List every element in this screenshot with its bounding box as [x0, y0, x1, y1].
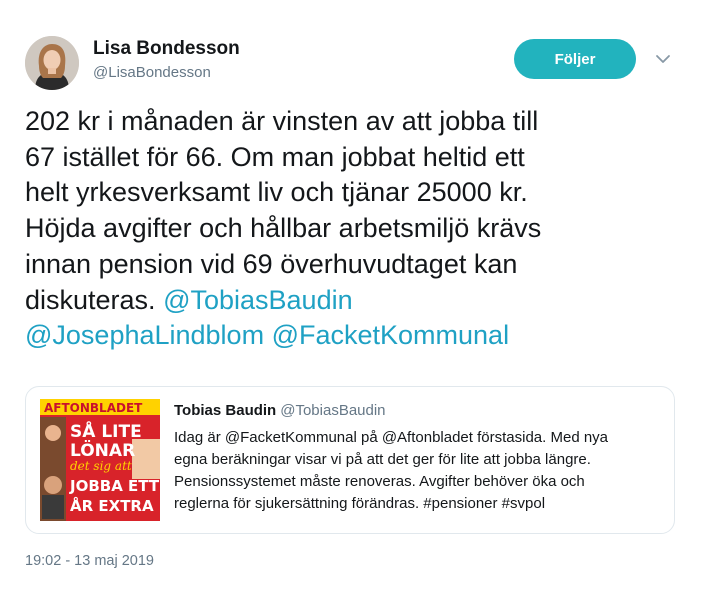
thumbnail-headline: JOBBA ETT — [69, 477, 160, 495]
quoted-tweet-thumbnail[interactable]: AFTONBLADET SÅ LITE LÖNAR det sig att JO… — [40, 399, 160, 521]
quoted-text-line: reglerna för sjukersättning förändras. #… — [174, 495, 546, 512]
tweet-text-line: 202 kr i månaden är vinsten av att jobba… — [25, 106, 539, 136]
newspaper-front-page-icon: AFTONBLADET SÅ LITE LÖNAR det sig att JO… — [40, 399, 160, 521]
quoted-tweet-author: Tobias Baudin @TobiasBaudin — [174, 402, 386, 419]
mention-link[interactable]: @FacketKommunal — [272, 320, 510, 350]
quoted-text-line: Idag är @FacketKommunal på @Aftonbladet … — [174, 429, 609, 446]
thumbnail-headline: ÅR EXTRA — [70, 496, 154, 515]
mention-link[interactable]: @TobiasBaudin — [163, 285, 353, 315]
mention-link[interactable]: @JosephaLindblom — [25, 320, 264, 350]
tweet-card: Lisa Bondesson @LisaBondesson Följer 202… — [0, 0, 701, 590]
author-name[interactable]: Lisa Bondesson — [93, 38, 240, 60]
tweet-text-line: @JosephaLindblom @FacketKommunal — [25, 318, 680, 354]
author-handle[interactable]: @LisaBondesson — [93, 64, 211, 81]
person-photo-icon — [25, 36, 79, 90]
avatar[interactable] — [25, 36, 79, 90]
thumbnail-masthead: AFTONBLADET — [44, 401, 143, 415]
tweet-timestamp[interactable]: 19:02 - 13 maj 2019 — [25, 553, 154, 569]
quoted-tweet[interactable]: AFTONBLADET SÅ LITE LÖNAR det sig att JO… — [25, 386, 675, 534]
tweet-text: 202 kr i månaden är vinsten av att jobba… — [25, 104, 680, 354]
tweet-text-line: helt yrkesverksamt liv och tjänar 25000 … — [25, 177, 528, 208]
chevron-down-icon[interactable] — [654, 52, 672, 66]
tweet-text-line: Höjda avgifter och hållbar arbetsmiljö k… — [25, 213, 542, 244]
quoted-text-line: Pensionssystemet måste renoveras. Avgift… — [174, 473, 585, 490]
quoted-tweet-text: Idag är @FacketKommunal på @Aftonbladet … — [174, 427, 654, 515]
tweet-text-line: diskuteras. @TobiasBaudin — [25, 283, 680, 319]
quoted-author-handle: @TobiasBaudin — [280, 402, 386, 419]
thumbnail-headline: SÅ LITE — [70, 419, 142, 442]
tweet-text-line: 67 istället för 66. Om man jobbat heltid… — [25, 141, 525, 172]
follow-button[interactable]: Följer — [514, 39, 636, 79]
thumbnail-headline: LÖNAR — [70, 439, 135, 461]
quoted-text-line: egna beräkningar visar vi på att det ger… — [174, 451, 591, 468]
quoted-author-name: Tobias Baudin — [174, 402, 277, 419]
tweet-text-fragment: diskuteras. — [25, 284, 156, 315]
tweet-text-line: innan pension vid 69 överhuvudtaget kan — [25, 248, 518, 279]
thumbnail-headline: det sig att — [70, 459, 132, 473]
